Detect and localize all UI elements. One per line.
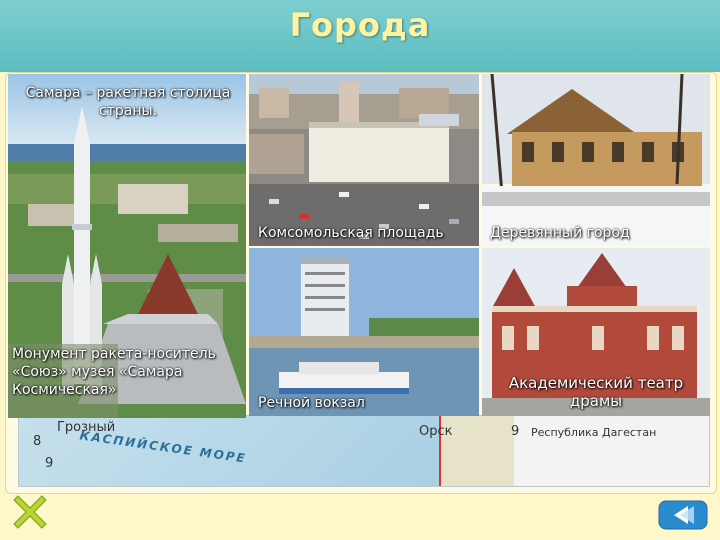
wooden-city-image — [482, 74, 710, 246]
photo-wooden-city — [482, 74, 710, 246]
map-number-9: 9 — [45, 456, 54, 471]
background-map: 8 9 Грозный КАСПИЙСКОЕ МОРЕ Орск 9 Респу… — [18, 415, 710, 487]
komsomolskaya-square-image — [249, 74, 479, 246]
close-x-icon — [13, 495, 47, 529]
back-button[interactable] — [658, 500, 708, 530]
back-arrow-icon — [658, 500, 708, 530]
caption-drama-theatre: Академический театр драмы — [508, 374, 684, 410]
photo-komsomolskaya-square — [249, 74, 479, 246]
map-legend-text: Республика Дагестан — [531, 426, 657, 439]
caption-wooden-city: Деревянный город — [490, 225, 630, 241]
caption-samara-bottom: Монумент ракета-носитель «Союз» музея «С… — [12, 346, 216, 398]
map-number-8: 8 — [33, 434, 42, 449]
close-button[interactable] — [12, 494, 48, 530]
caption-river-station: Речной вокзал — [258, 395, 365, 411]
photo-river-station — [249, 248, 479, 416]
map-city-orsk: Орск — [419, 424, 453, 439]
river-station-image — [249, 248, 479, 416]
map-legend-number: 9 — [511, 424, 520, 439]
caption-komsomolskaya: Комсомольская площадь — [258, 225, 444, 241]
caption-samara-top: Самара – ракетная столица страны. — [25, 85, 231, 119]
slide-title: Города — [289, 6, 431, 44]
